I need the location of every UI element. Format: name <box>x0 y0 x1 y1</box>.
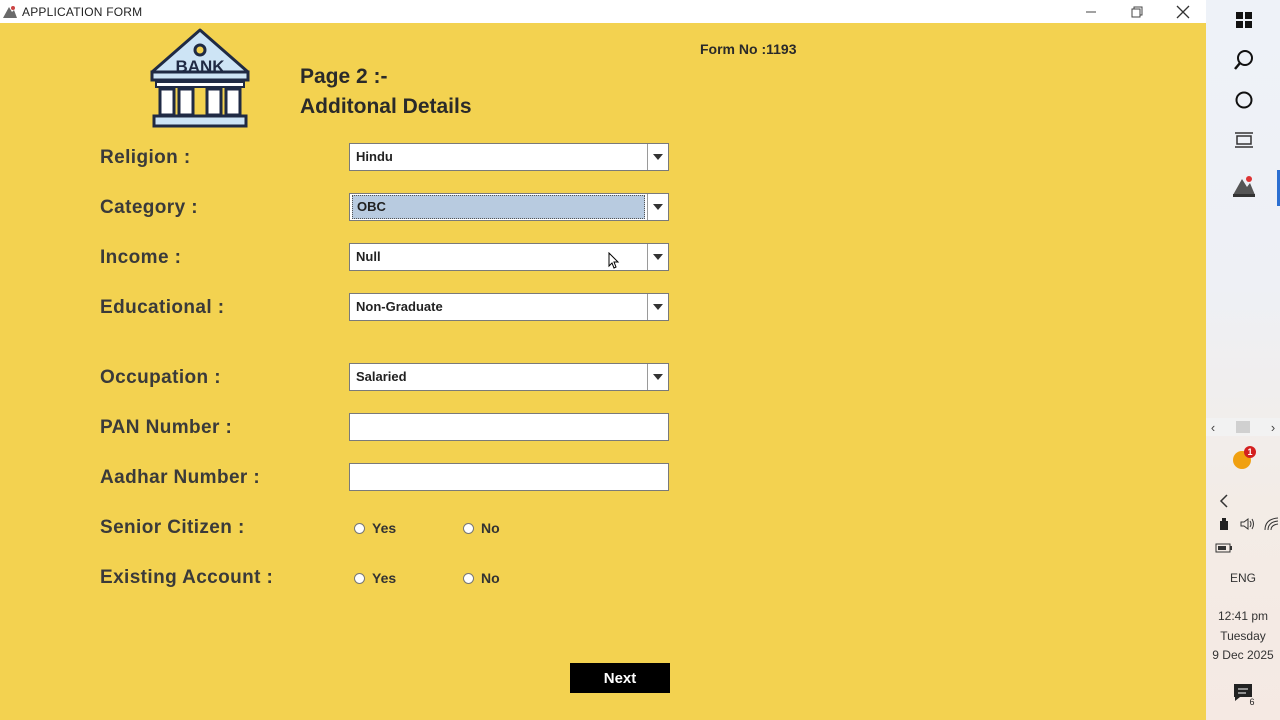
mouse-cursor-icon <box>608 251 620 275</box>
java-app-icon[interactable] <box>1230 172 1258 200</box>
senior-citizen-no-radio[interactable]: No <box>463 520 500 536</box>
language-indicator[interactable]: ENG <box>1206 571 1280 585</box>
existing-account-yes-radio[interactable]: Yes <box>354 570 396 586</box>
page-heading-line1: Page 2 :- <box>300 65 388 88</box>
close-button[interactable] <box>1160 0 1206 23</box>
window-title: APPLICATION FORM <box>22 4 143 19</box>
chevron-down-icon[interactable] <box>647 364 668 390</box>
radio-circle-icon <box>354 522 365 534</box>
clock-day[interactable]: Tuesday <box>1206 629 1280 643</box>
restore-button[interactable] <box>1114 0 1160 23</box>
logo-text: BANK <box>175 57 225 76</box>
occupation-select[interactable]: Salaried <box>349 363 669 391</box>
cortana-icon[interactable] <box>1230 86 1258 114</box>
aadhar-input[interactable] <box>349 463 669 491</box>
chevron-down-icon[interactable] <box>647 294 668 320</box>
senior-citizen-yes-radio[interactable]: Yes <box>354 520 396 536</box>
occupation-value: Salaried <box>356 369 407 384</box>
application-window: APPLICATION FORM BANK Page 2:- Additona… <box>0 0 1206 720</box>
chat-count: 6 <box>1249 697 1254 707</box>
title-bar: APPLICATION FORM <box>0 0 1206 23</box>
clock-time[interactable]: 12:41 pm <box>1206 609 1280 623</box>
windows-start-icon[interactable] <box>1230 6 1258 34</box>
battery-icon[interactable] <box>1210 534 1238 562</box>
occupation-label: Occupation : <box>100 367 221 388</box>
religion-select[interactable]: Hindu <box>349 143 669 171</box>
radio-circle-icon <box>463 522 474 534</box>
page-title: Page 2 :- Additonal Details <box>300 62 472 122</box>
scroll-thumb[interactable] <box>1236 421 1250 433</box>
scroll-right-icon[interactable]: › <box>1266 420 1280 435</box>
chevron-down-icon[interactable] <box>647 244 668 270</box>
religion-label: Religion : <box>100 147 191 168</box>
radio-label: Yes <box>372 570 397 586</box>
form-number: Form No :1193 <box>700 41 797 57</box>
existing-account-no-radio[interactable]: No <box>463 570 500 586</box>
educational-label: Educational : <box>100 297 225 318</box>
radio-circle-icon <box>463 572 474 584</box>
tray-scrollbar[interactable]: ‹ › <box>1206 418 1280 436</box>
clock-date[interactable]: 9 Dec 2025 <box>1206 648 1280 662</box>
income-select[interactable]: Null <box>349 243 669 271</box>
income-value: Null <box>356 249 381 264</box>
page-heading-line2: Additonal Details <box>300 95 472 118</box>
chevron-down-icon[interactable] <box>647 194 668 220</box>
educational-select[interactable]: Non-Graduate <box>349 293 669 321</box>
wifi-icon[interactable] <box>1258 510 1280 538</box>
educational-value: Non-Graduate <box>356 299 443 314</box>
app-icon <box>2 4 18 20</box>
category-value: OBC <box>352 195 645 219</box>
senior-citizen-label: Senior Citizen : <box>100 517 245 538</box>
radio-label: No <box>481 520 500 536</box>
category-select[interactable]: OBC <box>349 193 669 221</box>
radio-label: Yes <box>372 520 397 536</box>
radio-label: No <box>481 570 500 586</box>
minimize-button[interactable] <box>1068 0 1114 23</box>
task-view-icon[interactable] <box>1230 126 1258 154</box>
religion-value: Hindu <box>356 149 393 164</box>
bank-logo: BANK <box>146 26 254 130</box>
income-label: Income : <box>100 247 182 268</box>
chevron-down-icon[interactable] <box>647 144 668 170</box>
update-notification-icon[interactable]: 1 <box>1230 444 1258 472</box>
pan-label: PAN Number : <box>100 417 233 438</box>
next-button[interactable]: Next <box>570 663 670 693</box>
category-label: Category : <box>100 197 198 218</box>
radio-circle-icon <box>354 572 365 584</box>
scroll-left-icon[interactable]: ‹ <box>1206 420 1220 435</box>
existing-account-label: Existing Account : <box>100 567 274 588</box>
pan-input[interactable] <box>349 413 669 441</box>
search-icon[interactable] <box>1230 46 1258 74</box>
action-center-icon[interactable]: 6 <box>1230 680 1258 708</box>
notification-badge-count: 1 <box>1247 447 1252 457</box>
aadhar-label: Aadhar Number : <box>100 467 261 488</box>
